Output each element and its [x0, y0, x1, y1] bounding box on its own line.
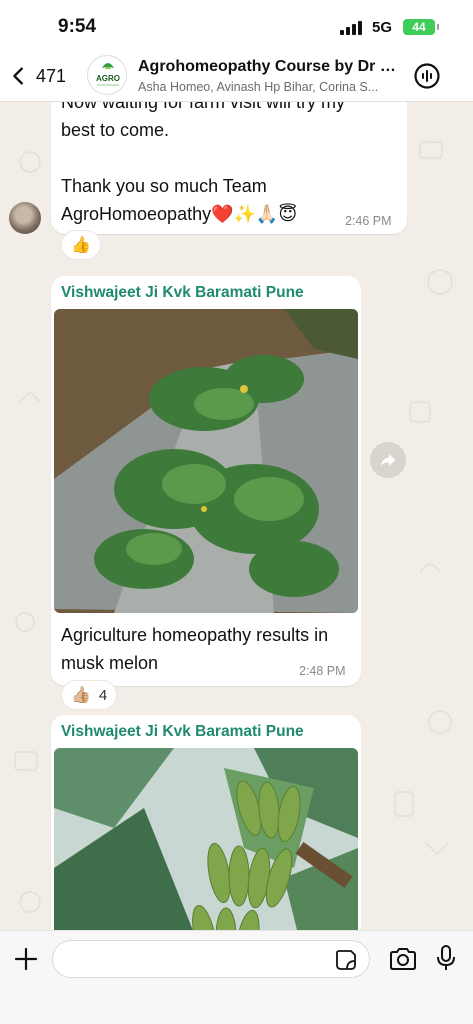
message-text-line-1: best to come. [61, 120, 170, 140]
message-composer [0, 930, 473, 1024]
signal-icon [340, 21, 364, 35]
unread-count: 471 [36, 65, 67, 86]
reaction-badge[interactable]: 👍 [61, 230, 101, 260]
chat-header: 471 AGRO Agrohomeopathy Course by Dr V..… [0, 50, 473, 102]
photo-banana[interactable] [54, 748, 358, 930]
agro-logo-icon: AGRO [89, 57, 126, 94]
camera-button[interactable] [388, 945, 418, 973]
musk-melon-image [54, 309, 358, 613]
microphone-button[interactable] [434, 943, 458, 973]
battery-icon: 44 [403, 19, 439, 35]
sticker-icon [336, 950, 356, 970]
group-avatar[interactable]: AGRO [87, 55, 127, 95]
forward-button[interactable] [370, 442, 406, 478]
message-time: 2:48 PM [299, 664, 346, 678]
back-chevron-icon [13, 67, 23, 85]
reaction-emoji: 👍 [71, 237, 91, 254]
sender-avatar[interactable] [9, 202, 41, 234]
microphone-icon [437, 945, 455, 970]
caption-line-2: musk melon [61, 653, 159, 673]
group-members[interactable]: Asha Homeo, Avinash Hp Bihar, Corina S..… [138, 80, 400, 94]
battery-level: 44 [412, 20, 426, 34]
status-bar: 9:54 5G 44 [0, 0, 473, 50]
audio-call-icon [414, 63, 440, 89]
plus-icon [14, 947, 38, 971]
message-text-line-3: AgroHomoeopathy❤️✨🙏🏻😇 [61, 204, 298, 224]
message-text-partial: Now waiting for farm visit will try my [61, 102, 346, 112]
message-time: 2:46 PM [345, 214, 392, 228]
sender-name[interactable]: Vishwajeet Ji Kvk Baramati Pune [61, 284, 304, 302]
status-time: 9:54 [58, 16, 97, 37]
avatar-text: AGRO [96, 74, 120, 83]
forward-icon [380, 454, 396, 467]
group-title[interactable]: Agrohomeopathy Course by Dr V... [138, 58, 400, 76]
reaction-badge[interactable]: 👍🏼 4 [61, 680, 118, 710]
message-bubble-2[interactable]: Vishwajeet Ji Kvk Baramati Pune Agricult… [51, 276, 361, 686]
message-text-line-2: Thank you so much Team [61, 176, 267, 196]
banana-image [54, 748, 358, 930]
sticker-button[interactable] [334, 948, 358, 972]
message-input[interactable] [52, 940, 370, 978]
reaction-emoji: 👍🏼 [71, 687, 91, 704]
message-bubble-1[interactable]: Now waiting for farm visit will try my b… [51, 102, 407, 234]
chat-area[interactable]: Now waiting for farm visit will try my b… [0, 102, 473, 930]
network-label: 5G [372, 19, 393, 36]
photo-musk-melon[interactable] [54, 309, 358, 613]
audio-call-button[interactable] [413, 62, 441, 90]
camera-icon [390, 948, 416, 970]
reaction-count: 4 [98, 686, 108, 704]
message-bubble-3[interactable]: Vishwajeet Ji Kvk Baramati Pune [51, 715, 361, 930]
caption-line-1: Agriculture homeopathy results in [61, 625, 329, 645]
back-button[interactable]: 471 [8, 60, 76, 92]
sender-name[interactable]: Vishwajeet Ji Kvk Baramati Pune [61, 723, 304, 741]
attach-button[interactable] [12, 945, 40, 973]
